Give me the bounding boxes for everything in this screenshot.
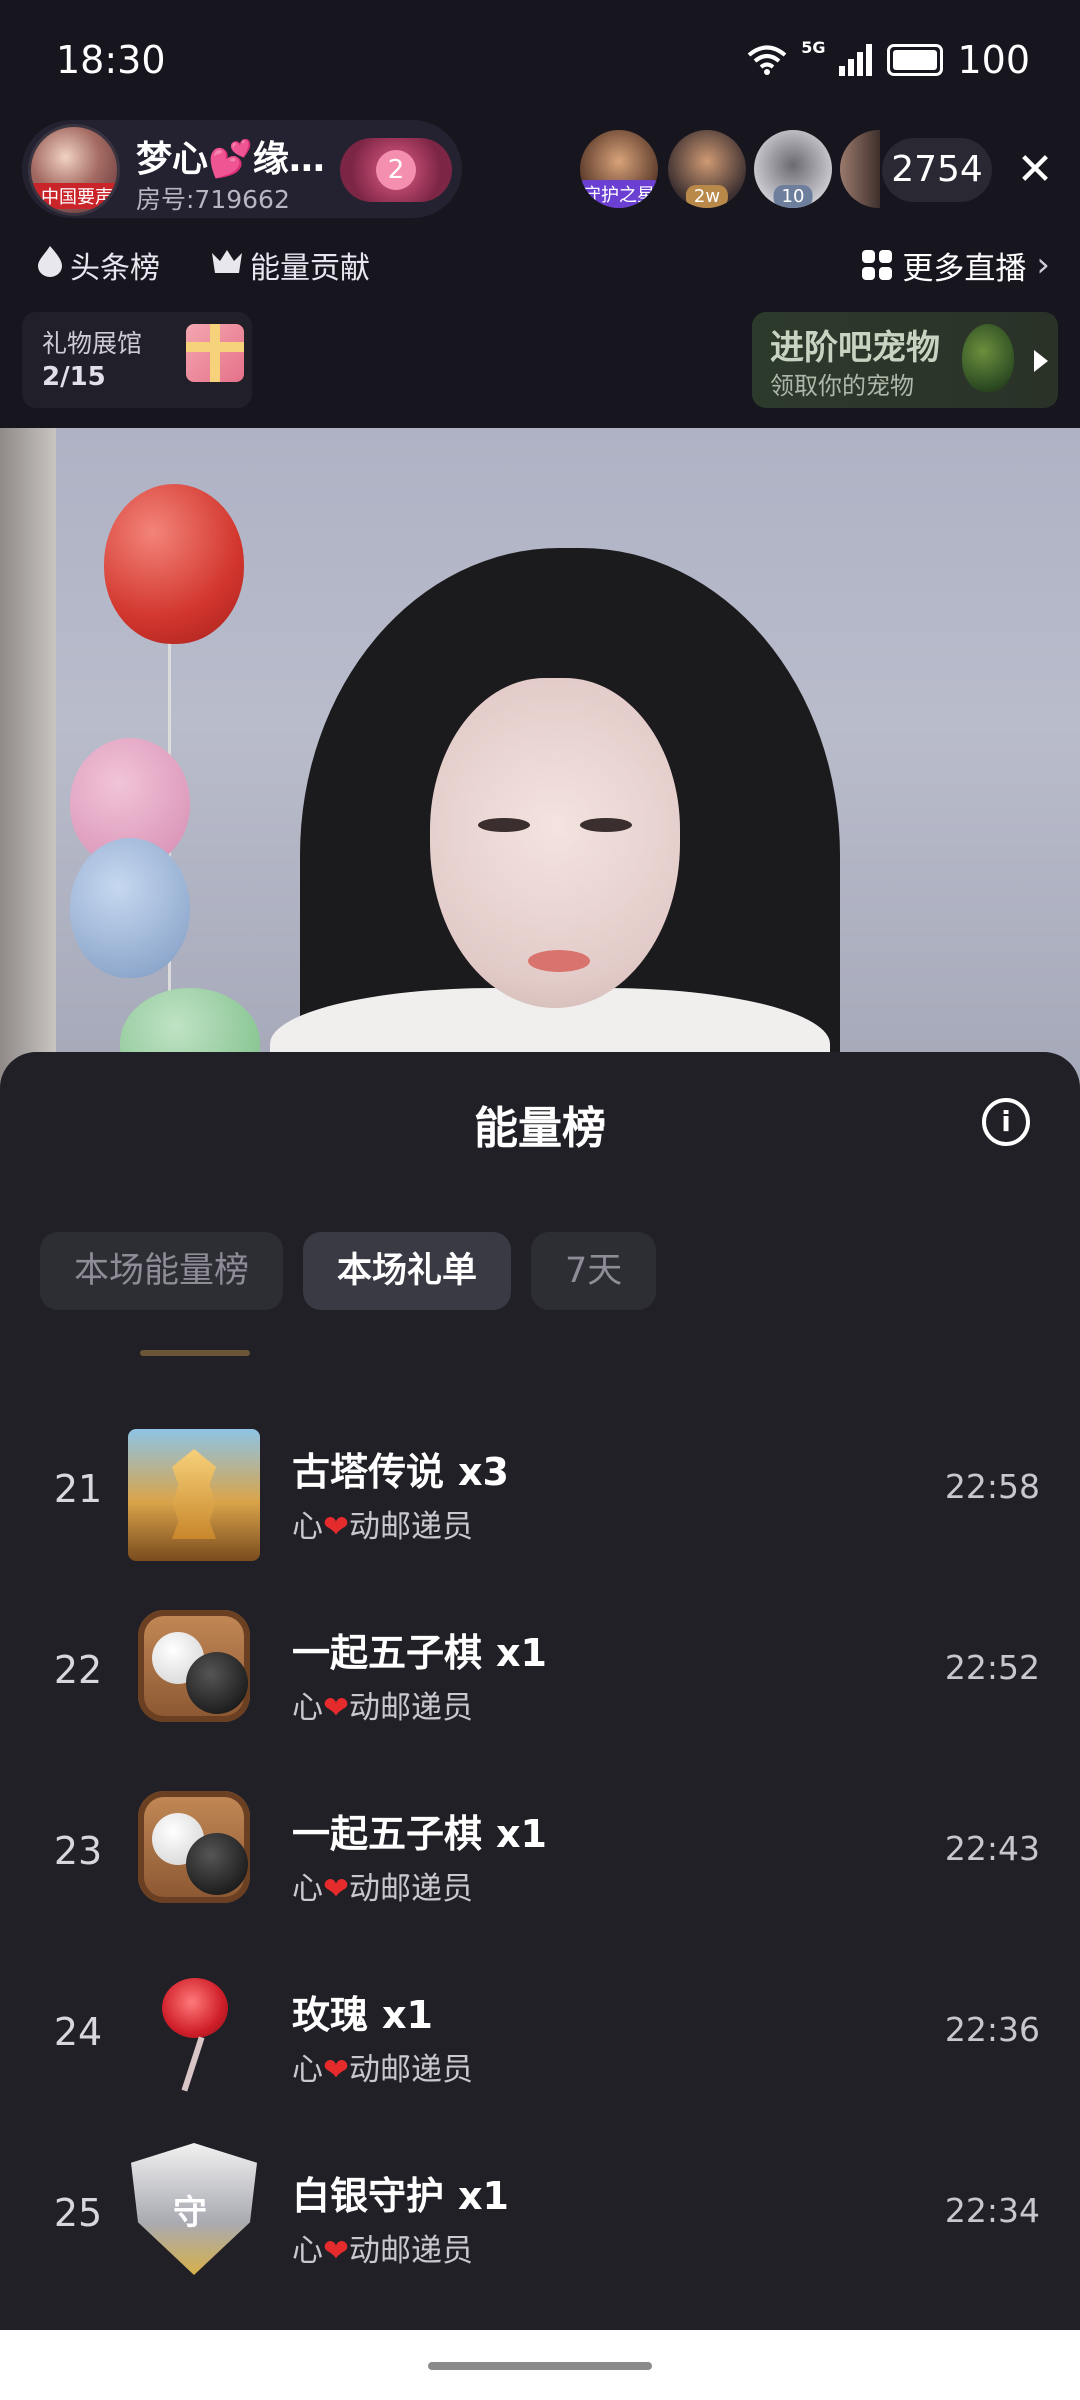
heart-icon: ❤ (323, 2233, 349, 2269)
energy-contrib-label: 能量贡献 (250, 251, 370, 286)
red-balloon (104, 484, 244, 644)
rank-number: 21 (53, 1467, 103, 1511)
gift-quantity: x1 (382, 1993, 433, 2037)
heart-icon: ❤ (323, 1690, 349, 1726)
live-video[interactable] (0, 428, 1080, 1088)
list-item[interactable]: 23 一起五子棋 x1 心❤动邮递员 22:43 (0, 1767, 1080, 1947)
host-name: 梦心💕缘… (136, 139, 325, 180)
gomoku-icon (138, 1791, 250, 1903)
sender-name: 心❤动邮递员 (292, 1871, 473, 1907)
rank-number: 25 (53, 2191, 103, 2235)
gift-name: 玫瑰 x1 (292, 1993, 433, 2037)
host-avatar-badge: 中国要声 (31, 183, 117, 209)
host-avatar[interactable]: 中国要声 (28, 124, 120, 216)
status-bar: 18:30 5G 100 (0, 0, 1080, 120)
viewer-avatar-3[interactable]: 10 (754, 130, 832, 208)
sheet-title: 能量榜 (474, 1103, 606, 1154)
grid-icon (862, 250, 893, 280)
viewer-tag-2: 2w (685, 185, 729, 208)
tab-gift-list[interactable]: 本场礼单 (303, 1232, 512, 1310)
fan-club-badge[interactable]: 2 (340, 138, 452, 202)
room-number: 房号:719662 (136, 185, 290, 214)
more-live-button[interactable]: 更多直播 › (862, 240, 1050, 290)
list-item[interactable]: 21 古塔传说 x3 心❤动邮递员 22:58 (0, 1405, 1080, 1585)
heart-icon: ❤ (323, 1509, 349, 1545)
chevron-right-icon: › (1036, 245, 1050, 285)
gift-name: 一起五子棋 x1 (292, 1812, 547, 1856)
door-frame (0, 428, 56, 1088)
sender-name: 心❤动邮递员 (292, 2233, 473, 2269)
gift-quantity: x1 (496, 1631, 547, 1675)
fan-level: 2 (376, 150, 416, 190)
gift-name: 古塔传说 x3 (292, 1450, 509, 1494)
previous-row-edge (140, 1350, 250, 1356)
list-item[interactable]: 22 一起五子棋 x1 心❤动邮递员 22:52 (0, 1586, 1080, 1766)
gift-quantity: x1 (496, 1812, 547, 1856)
viewer-tag-3: 10 (773, 185, 813, 208)
gift-quantity: x1 (458, 2174, 509, 2218)
wifi-icon (747, 45, 787, 75)
gift-quantity: x3 (458, 1450, 509, 1494)
flame-icon (36, 245, 64, 285)
viewer-avatar-2[interactable]: 2w (668, 130, 746, 208)
gift-box-icon (186, 324, 244, 382)
viewer-tag-1: 守护之星 (580, 180, 658, 208)
battery-icon (887, 44, 944, 76)
rank-number: 23 (53, 1829, 103, 1873)
battery-level: 100 (957, 38, 1030, 82)
sender-name: 心❤动邮递员 (292, 1509, 473, 1545)
gift-time: 22:52 (944, 1648, 1040, 1687)
energy-contrib-chip[interactable]: 能量贡献 (210, 240, 370, 290)
gift-time: 22:43 (944, 1829, 1040, 1868)
list-item[interactable]: 24 玫瑰 x1 心❤动邮递员 22:36 (0, 1948, 1080, 2128)
play-arrow-icon (1034, 350, 1048, 372)
close-icon[interactable]: ✕ (1010, 140, 1060, 200)
streamer-lips (528, 950, 590, 972)
headline-chip[interactable]: 头条榜 (36, 240, 160, 290)
viewer-avatar-4[interactable] (840, 130, 880, 208)
viewer-avatar-1[interactable]: 守护之星 (580, 130, 658, 208)
heart-icon: ❤ (323, 1871, 349, 1907)
blue-balloon (70, 838, 190, 978)
sender-name: 心❤动邮递员 (292, 2052, 473, 2088)
gift-gallery-count: 2/15 (42, 362, 106, 392)
rank-number: 24 (53, 2010, 103, 2054)
silver-guard-icon (131, 2143, 257, 2275)
gift-list[interactable]: 21 古塔传说 x3 心❤动邮递员 22:58 22 一起五子棋 x1 心❤动邮递员… (0, 1320, 1080, 2320)
sender-name: 心❤动邮递员 (292, 1690, 473, 1726)
crown-icon (210, 247, 244, 283)
headline-label: 头条榜 (70, 251, 160, 286)
pet-egg-icon (962, 324, 1014, 392)
home-indicator[interactable] (428, 2362, 652, 2370)
gift-time: 22:36 (944, 2010, 1040, 2049)
gift-name: 白银守护 x1 (292, 2174, 509, 2218)
heart-icon: ❤ (323, 2052, 349, 2088)
network-type: 5G (801, 38, 826, 57)
signal-icon (839, 44, 873, 76)
sheet-tabs: 本场能量榜 本场礼单 7天 (40, 1232, 657, 1310)
streamer-eye-left (478, 818, 530, 832)
viewer-count[interactable]: 2754 (882, 138, 992, 202)
status-time: 18:30 (56, 38, 166, 82)
gift-time: 22:34 (944, 2191, 1040, 2230)
gift-gallery-label: 礼物展馆 (42, 329, 143, 358)
gift-name: 一起五子棋 x1 (292, 1631, 547, 1675)
pet-banner-title: 进阶吧宠物 (770, 328, 940, 368)
rose-icon (128, 1962, 260, 2094)
more-live-label: 更多直播 (902, 250, 1027, 287)
streamer-eye-right (580, 818, 632, 832)
gift-time: 22:58 (944, 1467, 1040, 1506)
list-item[interactable]: 25 白银守护x1 心❤动邮递员 22:34 (0, 2129, 1080, 2309)
tower-icon (128, 1429, 260, 1561)
pet-banner-subtitle: 领取你的宠物 (770, 372, 914, 400)
tab-7-days[interactable]: 7天 (531, 1232, 657, 1310)
status-icons: 5G 100 (747, 38, 1030, 82)
gomoku-icon (138, 1610, 250, 1722)
tab-energy-ranking[interactable]: 本场能量榜 (40, 1232, 284, 1310)
info-icon[interactable]: i (982, 1098, 1030, 1146)
rank-number: 22 (53, 1648, 103, 1692)
